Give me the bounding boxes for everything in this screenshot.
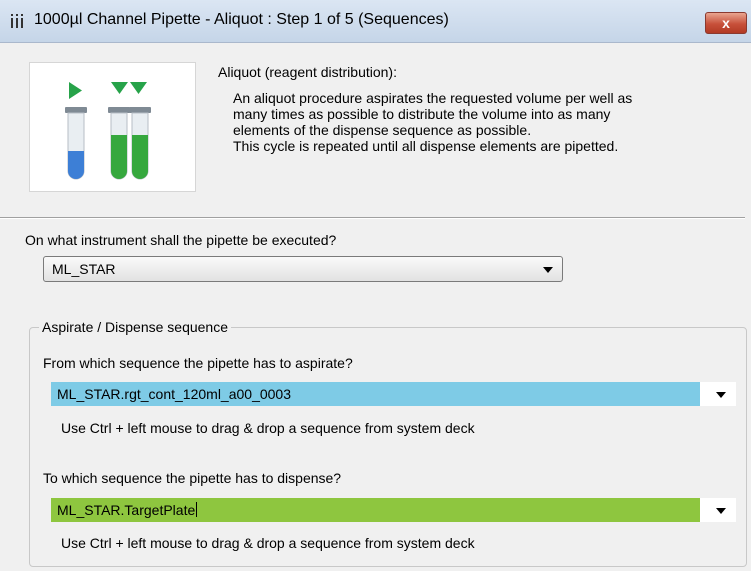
- instrument-select-value: ML_STAR: [52, 261, 116, 277]
- chevron-down-icon: [716, 392, 726, 398]
- aspirate-hint: Use Ctrl + left mouse to drag & drop a s…: [61, 420, 475, 436]
- dispense-dropdown-button[interactable]: [706, 498, 736, 522]
- dispense-sequence-combo[interactable]: ML_STAR.TargetPlate: [51, 498, 736, 522]
- play-arrow-icon: [69, 82, 82, 99]
- pipette-tips-icon: [11, 14, 23, 28]
- description-line: This cycle is repeated until all dispens…: [233, 138, 619, 154]
- chevron-down-icon[interactable]: [543, 267, 553, 273]
- down-arrow-icon: [111, 82, 128, 94]
- down-arrow-icon: [130, 82, 147, 94]
- sequence-group-legend: Aspirate / Dispense sequence: [39, 319, 231, 335]
- tubes-graphic: [65, 82, 151, 180]
- description-line: An aliquot procedure aspirates the reque…: [233, 90, 633, 106]
- aspirate-sequence-value: ML_STAR.rgt_cont_120ml_a00_0003: [57, 386, 292, 402]
- aspirate-dropdown-button[interactable]: [706, 382, 736, 406]
- instrument-select[interactable]: ML_STAR: [43, 256, 563, 282]
- description-line: elements of the dispense sequence as pos…: [233, 122, 532, 138]
- dispense-hint: Use Ctrl + left mouse to drag & drop a s…: [61, 535, 475, 551]
- aspirate-sequence-combo[interactable]: ML_STAR.rgt_cont_120ml_a00_0003: [51, 382, 736, 406]
- description-title: Aliquot (reagent distribution):: [218, 64, 397, 80]
- title-bar: 1000µl Channel Pipette - Aliquot : Step …: [0, 0, 751, 43]
- text-cursor: [196, 502, 198, 517]
- dispense-question: To which sequence the pipette has to dis…: [43, 470, 342, 486]
- close-button[interactable]: x: [705, 12, 747, 34]
- aliquot-tubes-illustration: [29, 62, 196, 192]
- chevron-down-icon: [716, 508, 726, 514]
- instrument-question: On what instrument shall the pipette be …: [25, 232, 337, 248]
- dispense-sequence-value[interactable]: ML_STAR.TargetPlate: [57, 502, 198, 518]
- dialog-content: Aliquot (reagent distribution): An aliqu…: [0, 43, 751, 571]
- close-icon: x: [722, 15, 730, 31]
- window-title: 1000µl Channel Pipette - Aliquot : Step …: [34, 11, 449, 28]
- separator: [0, 217, 745, 219]
- aspirate-question: From which sequence the pipette has to a…: [43, 355, 353, 371]
- description-line: many times as possible to distribute the…: [233, 106, 611, 122]
- description-body: An aliquot procedure aspirates the reque…: [233, 90, 733, 154]
- dispense-sequence-text: ML_STAR.TargetPlate: [57, 502, 196, 518]
